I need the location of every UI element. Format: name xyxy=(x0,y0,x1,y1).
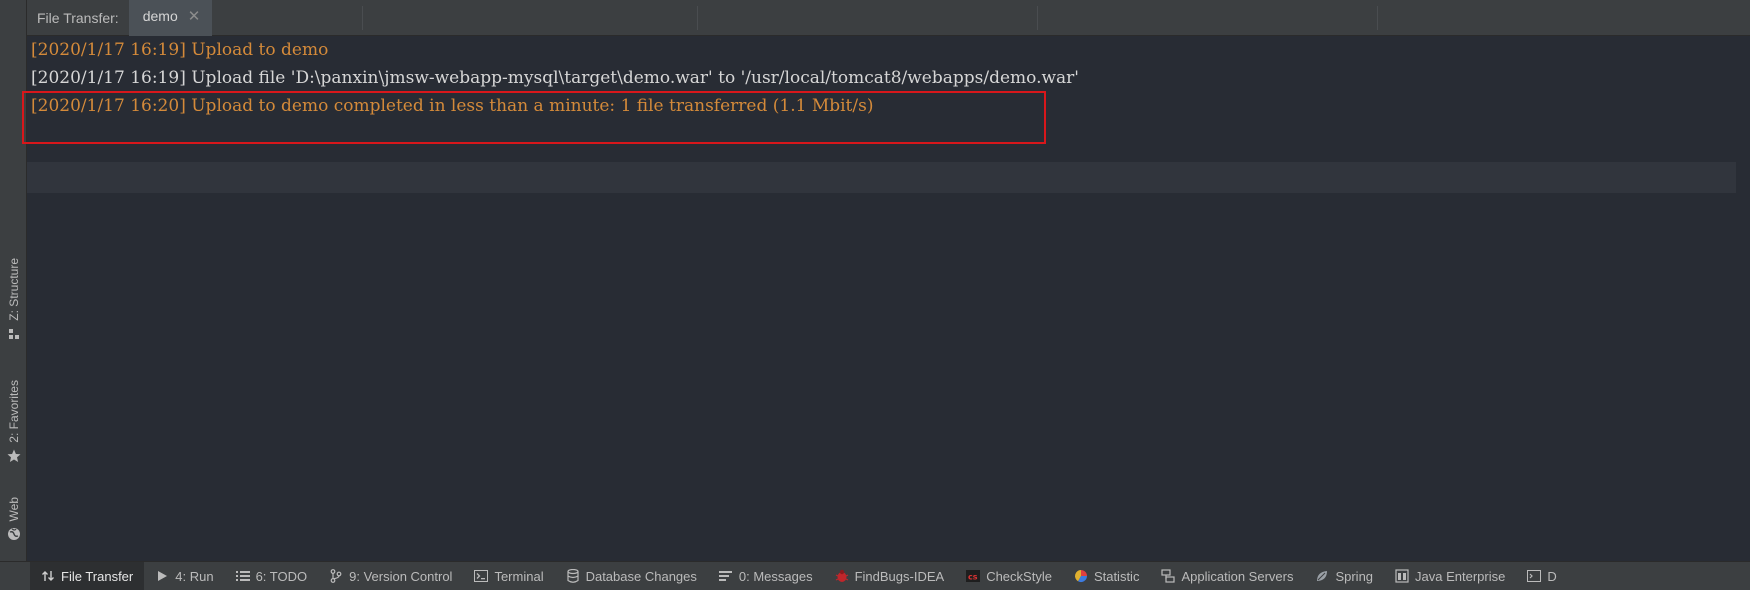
web-tool-label: Web xyxy=(6,497,21,522)
version-control-icon xyxy=(329,569,343,583)
bottom-tab-findbugs[interactable]: FindBugs-IDEA xyxy=(824,562,956,590)
header-divider xyxy=(362,6,363,30)
console-line: [2020/1/17 16:20] Upload to demo complet… xyxy=(31,96,874,116)
bottom-tab-checkstyle[interactable]: cs CheckStyle xyxy=(955,562,1063,590)
transfer-arrows-icon xyxy=(41,569,55,583)
messages-icon xyxy=(719,569,733,583)
bottom-tab-label: FindBugs-IDEA xyxy=(854,568,945,584)
file-transfer-header: File Transfer: demo ✕ xyxy=(27,0,1750,36)
bottom-tab-label: 0: Messages xyxy=(738,568,813,584)
bottom-tab-label: Statistic xyxy=(1093,568,1140,584)
bottom-tab-terminal[interactable]: Terminal xyxy=(463,562,554,590)
console-line: [2020/1/17 16:19] Upload file 'D:\panxin… xyxy=(31,68,1079,88)
java-enterprise-icon xyxy=(1395,569,1409,583)
bottom-tab-label: Terminal xyxy=(494,568,544,584)
bottom-tab-version-control[interactable]: 9: Version Control xyxy=(318,562,463,590)
bottom-tab-run[interactable]: 4: Run xyxy=(144,562,224,590)
bottom-tab-label: Database Changes xyxy=(585,568,697,584)
todo-list-icon xyxy=(235,569,250,583)
bottom-tab-todo[interactable]: 6: TODO xyxy=(225,562,319,590)
bottom-tab-label: D xyxy=(1547,568,1557,584)
bottom-tab-label: Java Enterprise xyxy=(1415,568,1506,584)
svg-text:cs: cs xyxy=(968,573,978,582)
database-icon xyxy=(566,569,580,583)
left-tool-strip: Z: Structure 2: Favorites Web xyxy=(0,0,27,561)
console-line: [2020/1/17 16:19] Upload to demo xyxy=(31,40,329,60)
statistic-icon xyxy=(1074,569,1088,583)
bottom-tab-statistic[interactable]: Statistic xyxy=(1063,562,1151,590)
favorites-tool-label: 2: Favorites xyxy=(6,380,21,443)
console-scrollbar[interactable] xyxy=(1736,36,1750,561)
close-icon[interactable]: ✕ xyxy=(188,9,201,24)
bottom-tab-messages[interactable]: 0: Messages xyxy=(708,562,824,590)
bottom-tab-label: 9: Version Control xyxy=(349,568,453,584)
bottom-tab-label: 4: Run xyxy=(175,568,214,584)
console-output[interactable]: [2020/1/17 16:19] Upload to demo [2020/1… xyxy=(22,36,1750,561)
file-transfer-title: File Transfer: xyxy=(37,9,119,26)
run-icon xyxy=(155,569,169,583)
caret-line-highlight xyxy=(27,162,1750,193)
bottom-tab-application-servers[interactable]: Application Servers xyxy=(1150,562,1304,590)
bottom-tab-spring[interactable]: Spring xyxy=(1304,562,1384,590)
bottom-tab-label: File Transfer xyxy=(61,568,134,584)
structure-tool-label: Z: Structure xyxy=(6,258,21,321)
header-divider xyxy=(1037,6,1038,30)
bottom-tab-label: 6: TODO xyxy=(255,568,308,584)
bottom-tool-bar: File Transfer 4: Run 6: TODO 9: Version … xyxy=(0,561,1750,590)
tab-demo-label: demo xyxy=(142,8,178,24)
structure-tool-tab[interactable]: Z: Structure xyxy=(0,258,27,341)
terminal-icon xyxy=(474,569,489,583)
checkstyle-icon: cs xyxy=(966,569,981,583)
server-icon xyxy=(1161,569,1176,583)
bottom-tab-database-changes[interactable]: Database Changes xyxy=(555,562,708,590)
bug-icon xyxy=(835,569,849,583)
globe-icon xyxy=(7,527,21,541)
web-tool-tab[interactable]: Web xyxy=(0,497,27,541)
header-divider xyxy=(1377,6,1378,30)
bottom-tab-java-enterprise[interactable]: Java Enterprise xyxy=(1384,562,1516,590)
star-icon xyxy=(7,449,21,463)
docker-icon xyxy=(1527,569,1542,583)
bottom-tab-file-transfer[interactable]: File Transfer xyxy=(30,562,145,590)
favorites-tool-tab[interactable]: 2: Favorites xyxy=(0,380,27,463)
bottom-tab-label: Spring xyxy=(1335,568,1374,584)
structure-icon xyxy=(7,327,21,341)
bottom-tab-docker[interactable]: D xyxy=(1516,562,1567,590)
bottom-tab-label: Application Servers xyxy=(1181,568,1294,584)
header-divider xyxy=(697,6,698,30)
tab-demo[interactable]: demo ✕ xyxy=(128,0,213,36)
bottom-tab-label: CheckStyle xyxy=(986,568,1052,584)
spring-leaf-icon xyxy=(1315,569,1329,583)
